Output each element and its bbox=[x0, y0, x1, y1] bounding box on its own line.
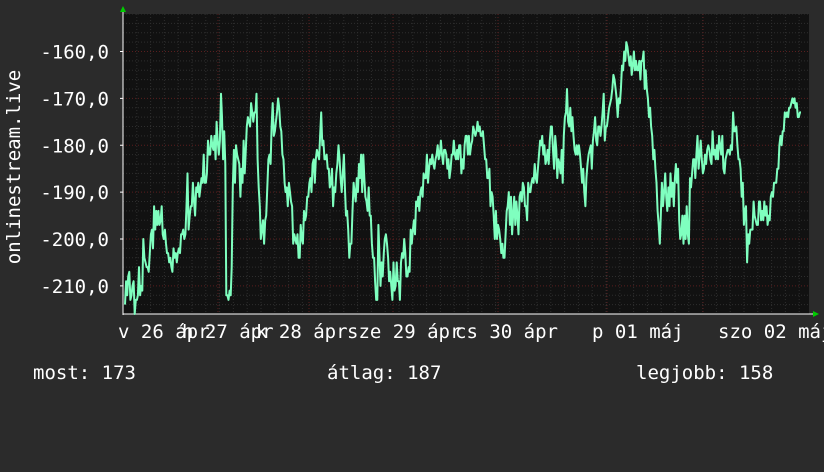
line-chart: -160,0 -170,0 -180,0 -190,0 -200,0 -210,0 v 2… bbox=[3, 6, 824, 343]
stats-row: most: 173 átlag: 187 legjobb: 158 bbox=[0, 362, 824, 390]
chart-panel: -160,0 -170,0 -180,0 -190,0 -200,0 -210,0 v 2… bbox=[0, 0, 824, 402]
stat-average: átlag: 187 bbox=[327, 362, 442, 384]
x-tick-label: sze 29 ápr bbox=[347, 321, 461, 343]
x-tick-label: szo 02 máj bbox=[718, 321, 824, 343]
stat-best: legjobb: 158 bbox=[636, 362, 774, 384]
y-tick-label: -180,0 bbox=[40, 135, 109, 157]
y-tick-label: -200,0 bbox=[40, 229, 109, 251]
y-tick-label: -190,0 bbox=[40, 182, 109, 204]
stat-current: most: 173 bbox=[33, 362, 136, 384]
y-tick-label: -170,0 bbox=[40, 88, 109, 110]
y-tick-label: -210,0 bbox=[40, 276, 109, 298]
y-axis-label: onlinestream.live bbox=[3, 70, 25, 264]
x-tick-label: cs 30 ápr bbox=[455, 321, 558, 343]
y-axis-ticks: -160,0 -170,0 -180,0 -190,0 -200,0 -210,0 bbox=[40, 42, 123, 298]
x-tick-label: p 01 máj bbox=[592, 321, 684, 343]
x-tick-label: k 28 ápr bbox=[256, 321, 348, 343]
x-axis-arrow bbox=[813, 311, 819, 317]
y-tick-label: -160,0 bbox=[40, 42, 109, 64]
x-axis-ticks: v 26 áprh 27 áprk 28 ápr sze 29 áprcs 30 … bbox=[118, 321, 824, 343]
y-axis-arrow bbox=[120, 6, 126, 12]
